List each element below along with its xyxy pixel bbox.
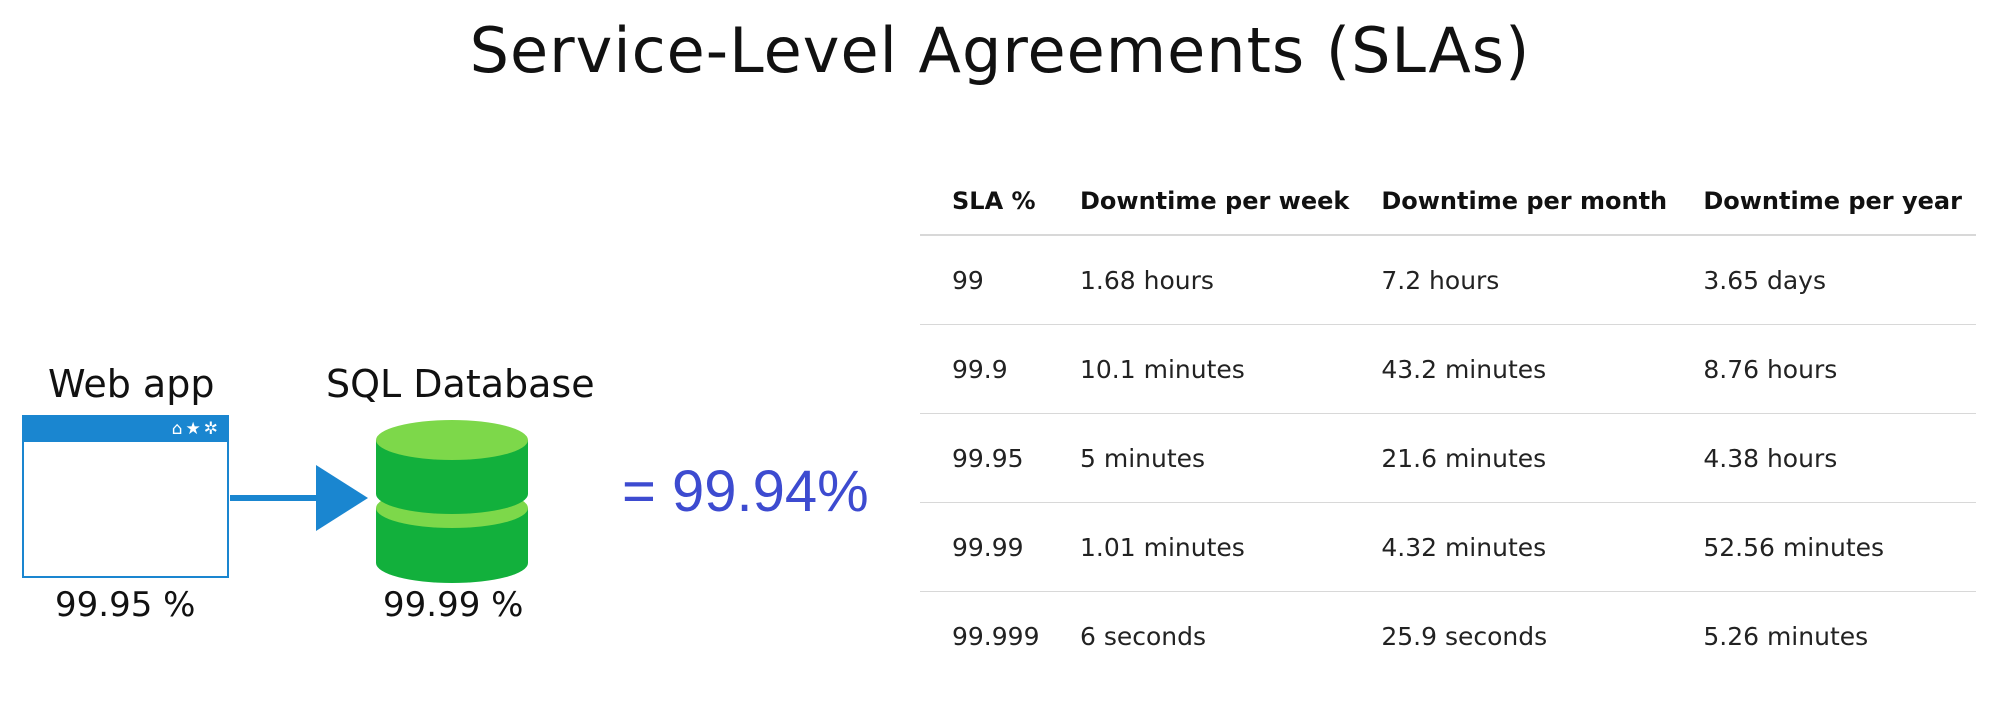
sql-database-label: SQL Database — [326, 362, 595, 406]
web-app-titlebar: ⌂★✲ — [24, 417, 227, 442]
cell-week: 1.01 minutes — [1048, 502, 1350, 592]
cell-sla: 99.9 — [920, 324, 1048, 414]
web-app-titlebar-icons: ⌂★✲ — [172, 418, 221, 440]
cell-sla: 99 — [920, 235, 1048, 325]
web-app-label: Web app — [48, 362, 215, 406]
arrow-head — [316, 465, 368, 531]
cell-sla: 99.95 — [920, 413, 1048, 503]
db-upper-top — [376, 420, 528, 460]
table-row: 99.95 5 minutes 21.6 minutes 4.38 hours — [920, 413, 1976, 503]
composite-sla-result: = 99.94% — [622, 459, 869, 524]
cell-month: 4.32 minutes — [1349, 502, 1672, 592]
cell-week: 5 minutes — [1048, 413, 1350, 503]
cell-month: 21.6 minutes — [1349, 413, 1672, 503]
sla-downtime-table: SLA % Downtime per week Downtime per mon… — [920, 168, 1976, 680]
header-downtime-year: Downtime per year — [1671, 168, 1976, 236]
table-row: 99.99 1.01 minutes 4.32 minutes 52.56 mi… — [920, 502, 1976, 592]
table-row: 99.999 6 seconds 25.9 seconds 5.26 minut… — [920, 592, 1976, 681]
cell-month: 7.2 hours — [1349, 235, 1672, 325]
header-sla-percent: SLA % — [920, 168, 1048, 236]
cell-year: 3.65 days — [1671, 235, 1976, 325]
table-row: 99 1.68 hours 7.2 hours 3.65 days — [920, 235, 1976, 325]
cell-week: 1.68 hours — [1048, 235, 1350, 325]
cell-month: 25.9 seconds — [1381, 621, 1548, 651]
cell-month: 43.2 minutes — [1349, 324, 1672, 414]
cell-year: 5.26 minutes — [1703, 621, 1869, 651]
header-downtime-week: Downtime per week — [1048, 168, 1350, 236]
connection-arrow-icon — [230, 465, 368, 531]
star-icon: ★ — [185, 419, 204, 439]
web-app-window-icon: ⌂★✲ — [22, 415, 229, 578]
cell-year: 8.76 hours — [1671, 324, 1976, 414]
gear-icon: ✲ — [203, 419, 221, 439]
database-cylinder-icon — [376, 420, 528, 583]
home-icon: ⌂ — [171, 419, 186, 439]
cell-week: 6 seconds — [1080, 621, 1207, 651]
cell-year: 4.38 hours — [1671, 413, 1976, 503]
slide-title: Service-Level Agreements (SLAs) — [469, 14, 1531, 87]
cell-week: 10.1 minutes — [1048, 324, 1350, 414]
arrow-shaft — [230, 495, 318, 501]
cell-sla: 99.999 — [952, 621, 1040, 651]
cell-year: 52.56 minutes — [1671, 502, 1976, 592]
header-downtime-month: Downtime per month — [1349, 168, 1672, 236]
web-app-sla: 99.95 % — [55, 585, 196, 625]
table-header-row: SLA % Downtime per week Downtime per mon… — [920, 168, 1976, 236]
table-row: 99.9 10.1 minutes 43.2 minutes 8.76 hour… — [920, 324, 1976, 414]
sql-database-sla: 99.99 % — [383, 585, 524, 625]
cell-sla: 99.99 — [920, 502, 1048, 592]
